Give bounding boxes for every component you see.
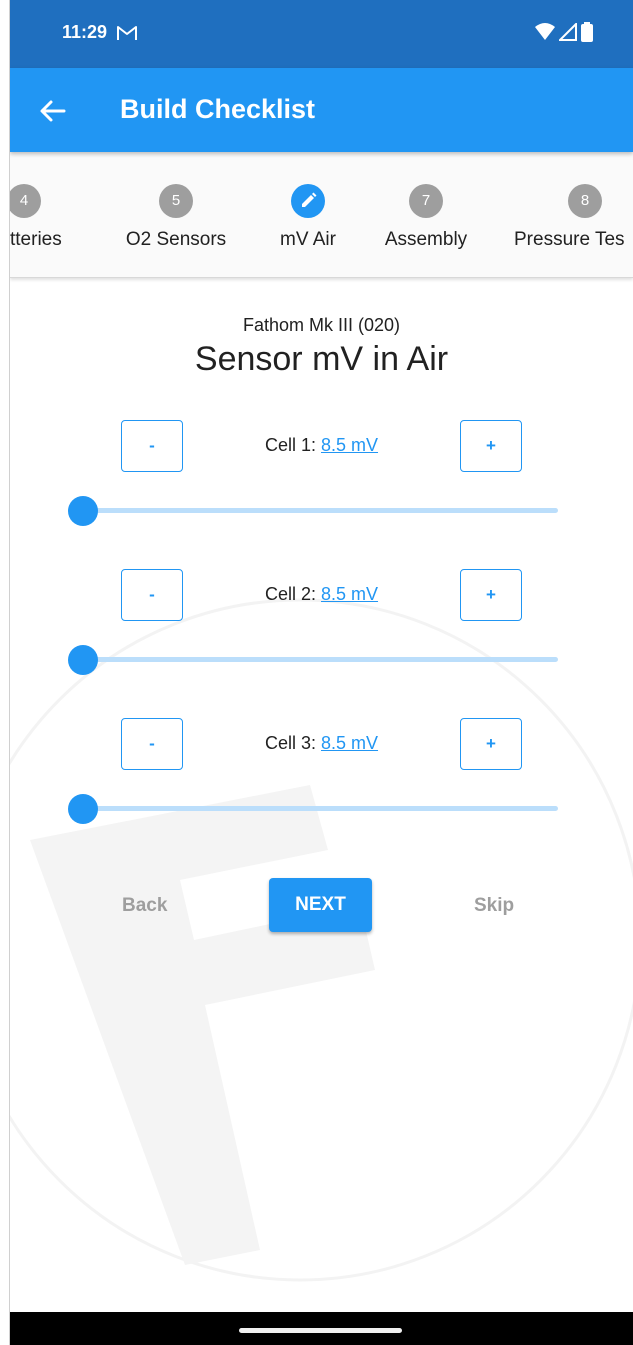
step-label: Pressure Tes (514, 229, 625, 250)
cell-row-3: - Cell 3: 8.5 mV + (10, 718, 633, 838)
slider-track[interactable] (83, 806, 558, 811)
skip-button[interactable]: Skip (474, 895, 514, 917)
device-subtitle: Fathom Mk III (020) (242, 315, 401, 335)
wifi-icon (535, 23, 555, 40)
cell-name: Cell 3: (264, 733, 321, 753)
slider-thumb[interactable] (68, 496, 98, 526)
mail-icon (117, 26, 137, 40)
step-number-badge: 5 (159, 184, 193, 218)
step-pressure-test[interactable]: 8 Pressure Tes (514, 184, 633, 251)
home-gesture-handle[interactable] (239, 1328, 402, 1333)
back-button[interactable]: Back (122, 895, 167, 917)
step-number-badge: 4 (10, 184, 41, 218)
cell-name: Cell 2: (264, 584, 321, 604)
next-button[interactable]: NEXT (269, 878, 372, 932)
increase-button[interactable]: + (460, 569, 522, 621)
cell-label: Cell 1: 8.5 mV (10, 435, 633, 456)
step-assembly[interactable]: 7 Assembly (374, 184, 478, 251)
screen-left-edge (0, 0, 10, 1345)
cell-label: Cell 3: 8.5 mV (10, 733, 633, 754)
stepper: 4 tteries 5 O2 Sensors mV Air 7 Assembly… (10, 152, 633, 278)
slider-track[interactable] (83, 657, 558, 662)
step-label: tteries (10, 229, 62, 250)
cell-row-1: - Cell 1: 8.5 mV + (10, 420, 633, 540)
status-icons (535, 22, 593, 42)
cell-value-link[interactable]: 8.5 mV (321, 584, 378, 604)
cell-row-2: - Cell 2: 8.5 mV + (10, 569, 633, 689)
step-number-badge: 8 (568, 184, 602, 218)
app-bar: Build Checklist (10, 68, 633, 152)
slider-thumb[interactable] (68, 645, 98, 675)
cell-value-link[interactable]: 8.5 mV (321, 733, 378, 753)
increase-button[interactable]: + (460, 718, 522, 770)
app-screen: 11:29 Build Checklist 4 tteries 5 O2 Sen… (10, 0, 633, 1345)
increase-button[interactable]: + (460, 420, 522, 472)
cell-label: Cell 2: 8.5 mV (10, 584, 633, 605)
system-nav-bar (10, 1312, 633, 1345)
step-label: mV Air (280, 229, 336, 250)
signal-icon (559, 23, 577, 41)
step-number-badge: 7 (409, 184, 443, 218)
cell-value-link[interactable]: 8.5 mV (321, 435, 378, 455)
step-mv-air[interactable]: mV Air (266, 184, 350, 251)
pencil-icon (291, 184, 325, 218)
arrow-left-icon[interactable] (36, 94, 70, 128)
pencil-icon (302, 192, 317, 207)
slider-thumb[interactable] (68, 794, 98, 824)
step-o2-sensors[interactable]: 5 O2 Sensors (116, 184, 236, 251)
cell-name: Cell 1: (264, 435, 321, 455)
step-batteries[interactable]: 4 tteries (10, 184, 68, 251)
step-label: O2 Sensors (125, 229, 227, 250)
page-heading: Sensor mV in Air (194, 340, 449, 378)
status-bar: 11:29 (10, 0, 633, 68)
status-time: 11:29 (62, 22, 108, 42)
slider-track[interactable] (83, 508, 558, 513)
step-label: Assembly (384, 229, 468, 250)
battery-icon (581, 22, 593, 42)
app-bar-title: Build Checklist (120, 94, 316, 124)
